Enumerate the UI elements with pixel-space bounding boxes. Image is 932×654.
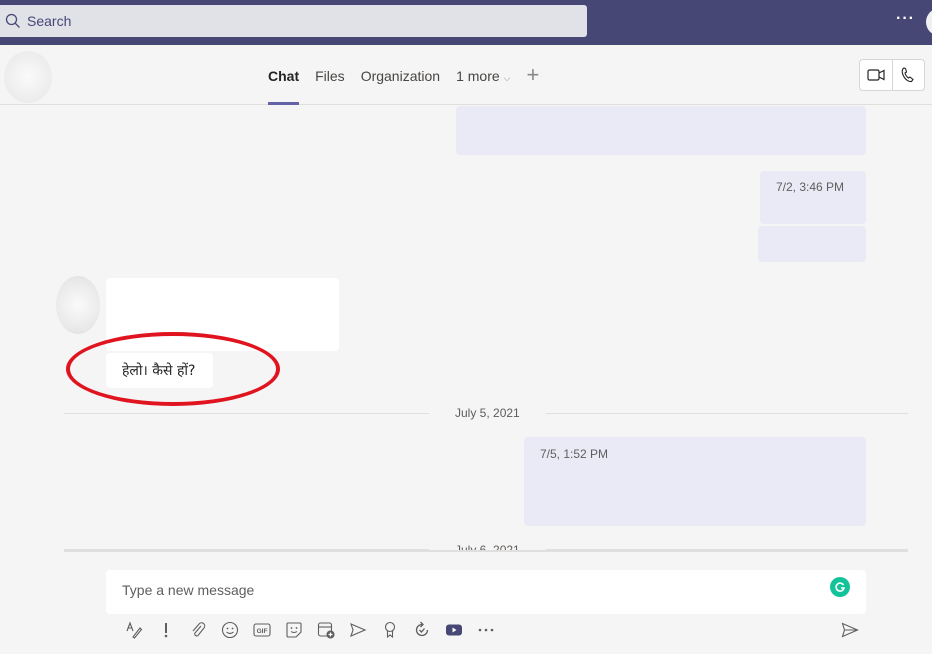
chevron-down-icon: ⌵ [503,73,511,83]
sent-message[interactable] [758,226,866,262]
youtube-icon [446,624,462,636]
message-timestamp: 7/5, 1:52 PM [540,447,609,461]
message-composer [106,570,866,614]
more-options-icon [478,628,494,632]
tab-more[interactable]: 1 more ⌵ [456,45,510,105]
message-input[interactable] [122,582,802,598]
sent-message[interactable]: 7/2, 3:46 PM [760,171,866,224]
chat-header: Chat Files Organization 1 more ⌵ + [0,45,932,105]
loop-button[interactable] [406,618,438,642]
message-text: हेलो। कैसे हों? [122,363,196,379]
stream-icon [350,623,367,637]
attach-icon [192,622,206,637]
profile-avatar[interactable] [926,8,932,36]
sent-message[interactable]: 7/5, 1:52 PM [524,437,866,526]
tab-organization[interactable]: Organization [361,45,440,105]
audio-call-button[interactable] [891,60,925,90]
praise-button[interactable] [374,618,406,642]
received-message[interactable]: हेलो। कैसे हों? [106,353,213,388]
sender-avatar [56,276,100,334]
video-call-button[interactable] [860,60,892,90]
audio-call-icon [901,67,915,83]
received-message[interactable] [106,278,339,351]
composer-toolbar: GIF [118,618,502,642]
schedule-meeting-icon [317,622,335,639]
date-label: July 5, 2021 [429,406,546,420]
video-call-icon [867,69,885,81]
tab-files[interactable]: Files [315,45,345,105]
emoji-icon [221,621,239,639]
important-button[interactable] [150,618,182,642]
call-buttons [859,59,925,91]
tab-bar: Chat Files Organization 1 more ⌵ + [268,45,539,105]
youtube-button[interactable] [438,618,470,642]
more-options-icon[interactable]: ··· [896,10,915,28]
sent-message[interactable] [456,106,866,155]
emoji-button[interactable] [214,618,246,642]
tab-chat[interactable]: Chat [268,45,300,105]
grammarly-icon[interactable] [830,577,850,597]
send-icon [841,622,859,638]
message-list[interactable]: 7/2, 3:46 PM हेलो। कैसे हों? July 5, 202… [0,106,932,552]
loop-icon [415,621,429,637]
composer-divider [64,550,908,552]
message-timestamp: 7/2, 3:46 PM [776,180,845,194]
top-bar: Search ··· [0,0,932,45]
important-icon [164,623,168,638]
format-button[interactable] [118,618,150,642]
search-placeholder: Search [27,13,72,29]
search-icon [5,13,20,28]
stream-button[interactable] [342,618,374,642]
chat-avatar [4,51,52,103]
send-button[interactable] [838,618,862,642]
tab-more-label: 1 more [456,68,500,84]
sticker-button[interactable] [278,618,310,642]
gif-button[interactable]: GIF [246,618,278,642]
more-tools-button[interactable] [470,618,502,642]
add-tab-button[interactable]: + [526,45,539,105]
sticker-icon [286,622,302,638]
search-box[interactable]: Search [0,5,587,37]
svg-text:GIF: GIF [257,628,268,635]
gif-icon: GIF [253,623,271,637]
format-icon [126,621,143,639]
praise-icon [384,621,396,639]
attach-button[interactable] [182,618,214,642]
schedule-meeting-button[interactable] [310,618,342,642]
